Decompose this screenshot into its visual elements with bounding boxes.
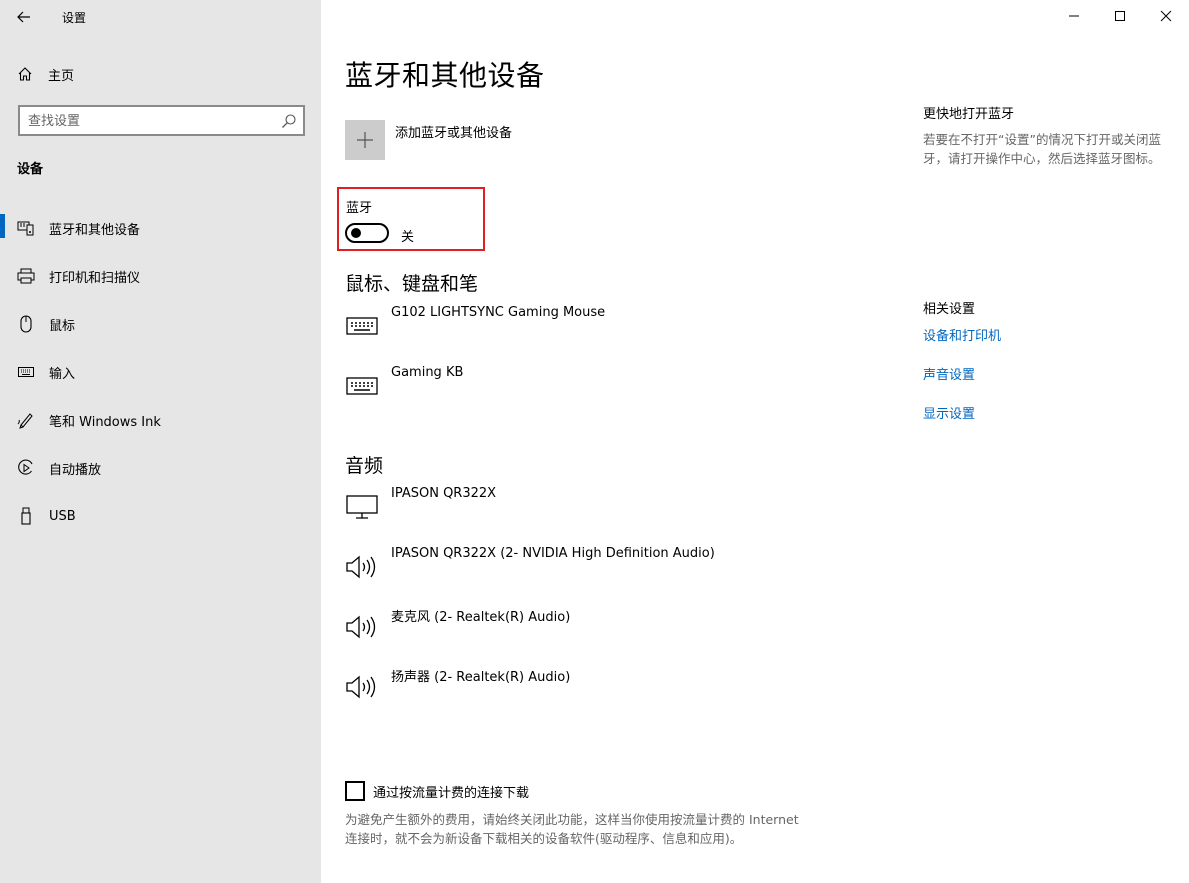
page-title: 蓝牙和其他设备 [345, 59, 545, 92]
speaker-icon [345, 672, 379, 702]
device-name: 麦克风 (2- Realtek(R) Audio) [391, 610, 571, 625]
minimize-button[interactable] [1051, 0, 1097, 32]
bluetooth-toggle[interactable] [345, 223, 389, 243]
device-name: G102 LIGHTSYNC Gaming Mouse [391, 305, 606, 320]
sidebar-item-label: 蓝牙和其他设备 [49, 222, 141, 238]
sidebar-item-input[interactable]: 输入 [0, 348, 321, 396]
bluetooth-label: 蓝牙 [346, 201, 373, 216]
device-name: Gaming KB [391, 365, 464, 380]
monitor-icon [345, 492, 379, 522]
titlebar: 设置 [0, 0, 321, 34]
mouse-keyboard-pen-heading: 鼠标、键盘和笔 [345, 273, 479, 295]
bluetooth-devices-icon [17, 219, 35, 237]
sidebar-item-label: 笔和 Windows Ink [49, 414, 161, 430]
keyboard-icon [345, 371, 379, 401]
sidebar-item-usb[interactable]: USB [0, 492, 321, 540]
sidebar-item-autoplay[interactable]: 自动播放 [0, 444, 321, 492]
main-content: 蓝牙和其他设备 添加蓝牙或其他设备 蓝牙 关 鼠标、键盘和笔 G102 LIGH… [321, 0, 1189, 883]
link-devices-printers[interactable]: 设备和打印机 [923, 325, 1001, 344]
add-device-label: 添加蓝牙或其他设备 [395, 126, 513, 141]
quick-bluetooth-description: 若要在不打开“设置”的情况下打开或关闭蓝牙，请打开操作中心，然后选择蓝牙图标。 [923, 132, 1161, 166]
window-controls [1051, 0, 1189, 32]
sidebar-item-label: 输入 [49, 366, 76, 382]
sidebar-item-bluetooth[interactable]: 蓝牙和其他设备 [0, 204, 321, 252]
pen-icon [17, 411, 35, 429]
related-settings-title: 相关设置 [923, 302, 976, 317]
metered-download-option: 通过按流量计费的连接下载 [345, 781, 529, 801]
search-input[interactable] [28, 111, 268, 131]
sidebar-item-label: 自动播放 [49, 462, 102, 478]
device-name: IPASON QR322X [391, 486, 497, 501]
close-icon [1160, 10, 1172, 22]
add-tile [345, 120, 385, 160]
sidebar-item-pen[interactable]: 笔和 Windows Ink [0, 396, 321, 444]
speaker-icon [345, 552, 379, 582]
autoplay-icon [17, 459, 35, 477]
usb-icon [17, 507, 35, 525]
sidebar-item-label: 打印机和扫描仪 [49, 270, 141, 286]
plus-icon [357, 132, 373, 148]
back-button[interactable] [12, 6, 36, 28]
sidebar-item-printers[interactable]: 打印机和扫描仪 [0, 252, 321, 300]
device-item[interactable]: IPASON QR322X (2- NVIDIA High Definition… [345, 546, 865, 586]
search-icon[interactable] [281, 113, 297, 129]
device-item[interactable]: 扬声器 (2- Realtek(R) Audio) [345, 666, 865, 706]
sidebar-item-mouse[interactable]: 鼠标 [0, 300, 321, 348]
metered-checkbox[interactable] [345, 781, 365, 801]
keyboard-icon [345, 311, 379, 341]
sidebar: 设置 主页 设备 [0, 0, 321, 883]
bluetooth-state: 关 [401, 230, 415, 245]
device-item[interactable]: IPASON QR322X [345, 486, 865, 526]
section-label: 设备 [17, 162, 44, 177]
device-name: IPASON QR322X (2- NVIDIA High Definition… [391, 546, 715, 561]
app-title: 设置 [62, 11, 87, 25]
home-label: 主页 [48, 68, 75, 84]
speaker-icon [345, 612, 379, 642]
link-sound-settings[interactable]: 声音设置 [923, 364, 975, 383]
device-item[interactable]: G102 LIGHTSYNC Gaming Mouse [345, 305, 865, 345]
add-device-button[interactable]: 添加蓝牙或其他设备 [345, 120, 512, 160]
audio-heading: 音频 [345, 455, 384, 477]
sidebar-nav: 蓝牙和其他设备 打印机和扫描仪 鼠标 输入 笔和 Windows Ink 自动播… [0, 204, 321, 540]
device-item[interactable]: 麦克风 (2- Realtek(R) Audio) [345, 606, 865, 646]
sidebar-item-label: USB [49, 508, 76, 524]
toggle-knob [351, 228, 361, 238]
printer-icon [17, 267, 35, 285]
device-item[interactable]: Gaming KB [345, 365, 865, 405]
sidebar-item-label: 鼠标 [49, 318, 76, 334]
maximize-button[interactable] [1097, 0, 1143, 32]
mouse-icon [17, 315, 35, 333]
search-box [18, 105, 305, 136]
link-display-settings[interactable]: 显示设置 [923, 403, 975, 422]
device-name: 扬声器 (2- Realtek(R) Audio) [391, 670, 571, 685]
minimize-icon [1069, 15, 1079, 17]
maximize-icon [1115, 11, 1125, 21]
home-nav-item[interactable]: 主页 [16, 62, 74, 86]
bluetooth-highlight-box: 蓝牙 关 [337, 187, 485, 251]
quick-bluetooth-title: 更快地打开蓝牙 [923, 107, 1015, 122]
keyboard-icon [17, 363, 35, 381]
close-button[interactable] [1143, 0, 1189, 32]
metered-description: 为避免产生额外的费用，请始终关闭此功能，这样当你使用按流量计费的 Interne… [345, 812, 799, 846]
metered-label: 通过按流量计费的连接下载 [373, 785, 530, 801]
home-icon [16, 65, 34, 83]
back-arrow-icon [17, 11, 30, 23]
